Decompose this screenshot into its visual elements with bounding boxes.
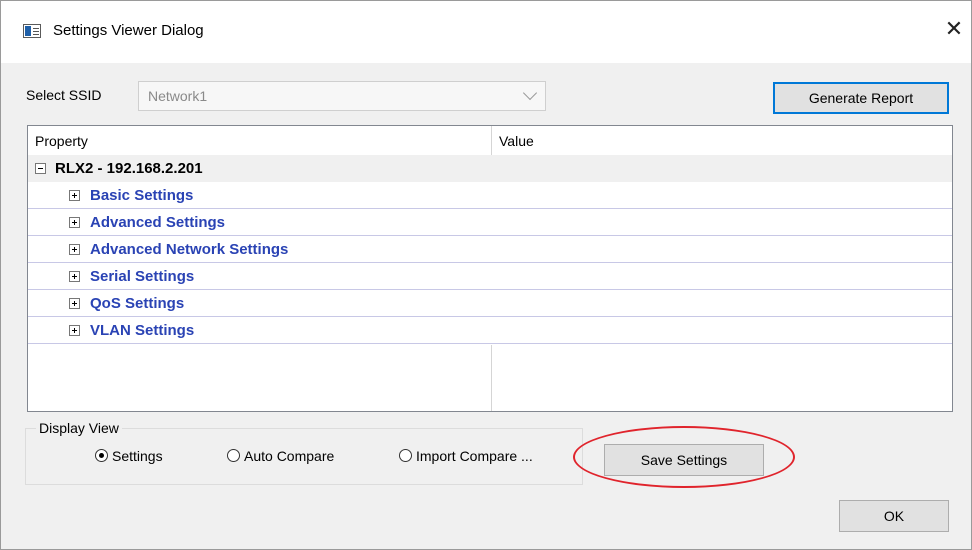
category-row-advanced-settings[interactable]: Advanced Settings <box>28 209 952 236</box>
settings-viewer-dialog: Settings Viewer Dialog ✕ Select SSID Net… <box>0 0 972 550</box>
ok-button[interactable]: OK <box>839 500 949 532</box>
highlight-ellipse-annotation <box>573 426 795 488</box>
expand-icon[interactable] <box>69 271 80 282</box>
settings-property-grid[interactable]: Property Value RLX2 - 192.168.2.201 Basi… <box>27 125 953 412</box>
category-label: Basic Settings <box>90 187 194 204</box>
category-label: VLAN Settings <box>90 322 195 339</box>
category-row-vlan-settings[interactable]: VLAN Settings <box>28 317 952 344</box>
radio-unselected-icon[interactable] <box>227 449 240 462</box>
radio-settings-label: Settings <box>112 448 163 464</box>
radio-import-compare-label: Import Compare ... <box>416 448 533 464</box>
device-root-label: RLX2 - 192.168.2.201 <box>55 160 203 177</box>
radio-unselected-icon[interactable] <box>399 449 412 462</box>
category-row-serial-settings[interactable]: Serial Settings <box>28 263 952 290</box>
column-divider[interactable] <box>491 126 492 155</box>
grid-header: Property Value <box>28 126 952 156</box>
radio-auto-compare-label: Auto Compare <box>244 448 335 464</box>
expand-icon[interactable] <box>69 298 80 309</box>
display-view-label: Display View <box>36 420 122 436</box>
generate-report-button[interactable]: Generate Report <box>773 82 949 114</box>
chevron-down-icon <box>522 85 538 101</box>
category-label: Advanced Network Settings <box>90 241 289 258</box>
category-row-qos-settings[interactable]: QoS Settings <box>28 290 952 317</box>
column-header-value[interactable]: Value <box>499 133 534 149</box>
expand-icon[interactable] <box>69 244 80 255</box>
expand-icon[interactable] <box>69 217 80 228</box>
category-row-advanced-network-settings[interactable]: Advanced Network Settings <box>28 236 952 263</box>
title-bar: Settings Viewer Dialog ✕ <box>1 1 971 63</box>
ssid-selected-value: Network1 <box>148 88 208 104</box>
category-label: QoS Settings <box>90 295 185 312</box>
window-title: Settings Viewer Dialog <box>53 22 204 39</box>
expand-icon[interactable] <box>69 190 80 201</box>
close-icon[interactable]: ✕ <box>939 15 969 45</box>
device-root-row[interactable]: RLX2 - 192.168.2.201 <box>28 155 952 182</box>
select-ssid-label: Select SSID <box>26 87 102 103</box>
expand-icon[interactable] <box>69 325 80 336</box>
ssid-dropdown[interactable]: Network1 <box>138 81 546 111</box>
column-header-property[interactable]: Property <box>35 133 88 149</box>
collapse-icon[interactable] <box>35 163 46 174</box>
category-label: Advanced Settings <box>90 214 226 231</box>
app-window-icon <box>23 24 41 38</box>
category-label: Serial Settings <box>90 268 195 285</box>
category-row-basic-settings[interactable]: Basic Settings <box>28 182 952 209</box>
column-divider-lower <box>491 345 492 411</box>
radio-selected-icon[interactable] <box>95 449 108 462</box>
